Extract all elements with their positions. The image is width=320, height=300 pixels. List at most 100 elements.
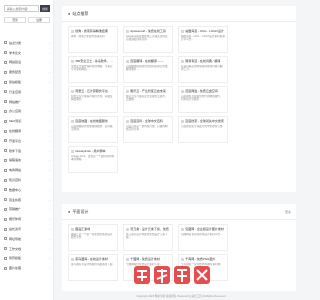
site-name[interactable]: 百度百科 - 全球中文百科	[130, 119, 163, 123]
site-card[interactable]: 360安全卫士 - 杀毒软件，官方站 免费安全软件保护您的电脑，带来安全可靠的网络…	[68, 56, 118, 83]
card-header: 腾讯云 - 产业智变云启未来	[126, 89, 170, 94]
site-card[interactable]: 觅元素 - 设计元素下载，免费 觅元素为设计师提供免费设计元素下载...	[123, 224, 173, 251]
promo-icon	[4, 100, 7, 104]
site-card[interactable]: 百度地图 - 在线地图服务 百度地图提供智能路线规划、实时路况查询...	[68, 116, 118, 143]
site-name[interactable]: 千图网 - 免费设计素材	[130, 257, 160, 261]
register-button[interactable]: 注册	[28, 17, 50, 23]
site-name[interactable]: 搜狗 - 搜索获得精准结果	[75, 29, 108, 33]
card-header: 包图网 - 企业级设计图片素材	[181, 227, 225, 232]
card-grid: 搜狗 - 搜索获得精准结果 搜狗 - 搜索引擎是中国领先的... Apowersof…	[62, 22, 296, 173]
sidebar-item-label: 服务配置	[9, 70, 22, 75]
sidebar-item[interactable]: 开发平台 ›	[0, 136, 54, 146]
site-name[interactable]: GreasyFork - 用户脚本	[75, 149, 105, 153]
sidebar-item[interactable]: 网站推广 ›	[0, 97, 54, 107]
card-header: 千图网 - 免费设计素材	[126, 257, 170, 262]
site-name[interactable]: 百度地图 - 在线地图服务	[75, 119, 108, 123]
site-description: 百度网盘为您提供文件的网络备份、同步和分享服务...	[181, 95, 223, 102]
sidebar-item-label: 行业应用	[9, 89, 22, 94]
sidebar-item[interactable]: 站长资讯 ›	[0, 224, 54, 234]
search-button[interactable]: 搜索	[40, 5, 50, 12]
site-card[interactable]: 搜狗 - 搜索获得精准结果 搜狗 - 搜索引擎是中国领先的...	[68, 26, 118, 53]
site-card[interactable]: 千库网 - 免费PNG图片千库网是一家免费PNG图片素材网站...	[178, 254, 228, 281]
sidebar-item[interactable]: 娱乐休闲 ›	[0, 214, 54, 224]
site-description: 千库网是一家免费PNG图片素材网站...	[181, 263, 221, 270]
site-name[interactable]: 网易有道 - 在线词典 / 翻译	[185, 59, 220, 63]
sidebar-item[interactable]: 图片处理 ›	[0, 263, 54, 273]
chevron-right-icon: ›	[49, 168, 51, 173]
site-favicon-icon	[126, 227, 129, 231]
sidebar-item[interactable]: 网址导航 ›	[0, 234, 54, 244]
doc-icon	[4, 51, 7, 55]
search-input[interactable]	[4, 5, 39, 12]
site-favicon-icon	[71, 119, 74, 123]
site-name[interactable]: 360安全卫士 - 杀毒软件，官方站	[75, 59, 115, 63]
wiki-icon	[4, 178, 7, 182]
sidebar-item[interactable]: 营销推广 ›	[0, 205, 54, 215]
site-card[interactable]: GreasyFork - 用户脚本 Greasy Fork，这里是一个提供用户脚本…	[68, 146, 118, 173]
sidebar-item[interactable]: 工作文档 ›	[0, 244, 54, 254]
chevron-right-icon: ›	[49, 197, 51, 202]
sidebar-item[interactable]: 行业应用 ›	[0, 87, 54, 97]
site-favicon-icon	[71, 29, 74, 33]
site-name[interactable]: 觅元素 - 设计元素下载，免费	[130, 227, 169, 231]
sidebar-item[interactable]: 在线翻译 ›	[0, 126, 54, 136]
chevron-right-icon: ›	[49, 207, 51, 212]
sidebar-item[interactable]: 软件下载 ›	[0, 146, 54, 156]
site-card[interactable]: Apowersoft - 免费在线工具 Apowersoft免费在线工具涵盖录屏及…	[123, 26, 173, 53]
sidebar-item[interactable]: 服务配置 ›	[0, 67, 54, 77]
sidebar-item[interactable]: SEO知识 ›	[0, 116, 54, 126]
site-name[interactable]: 阿里云 - 云计算服务平台	[75, 89, 108, 93]
site-card[interactable]: 菜鸟图库 - 在线设计素材 菜鸟图库为设计师提供海量素材下载...	[68, 254, 118, 281]
site-card[interactable]: 包图网 - 企业级设计图片素材 包图网是专业的商用设计素材平台...	[178, 224, 228, 251]
site-name[interactable]: 百度搜索 - 全球领先中文搜索	[185, 119, 224, 123]
site-favicon-icon	[181, 59, 184, 63]
sidebar-item[interactable]: 编程语言 ›	[0, 156, 54, 166]
site-card[interactable]: 百度百科 - 全球中文百科百度百科是一部内容开放、自由的网络百科全书...	[123, 116, 173, 143]
sidebar-item[interactable]: 网站建设 ›	[0, 58, 54, 68]
site-name[interactable]: 站酷海洛 - UCG - LOGO设计	[185, 29, 224, 33]
card-header: 网易有道 - 在线词典 / 翻译	[181, 59, 225, 64]
site-card[interactable]: 百度搜索 - 全球领先中文搜索 百度搜索是全球最大的中文搜索引擎...	[178, 116, 228, 143]
sidebar-item[interactable]: 电商网站 ›	[0, 165, 54, 175]
sidebar-item[interactable]: 营业执照 ›	[0, 195, 54, 205]
site-card[interactable]: 百度翻译 - 在线翻译 —— 百度翻译提供即时免费的多语言在线翻译服务...	[123, 56, 173, 83]
site-name[interactable]: 图品汇素材	[75, 227, 90, 231]
site-name[interactable]: Apowersoft - 免费在线工具	[130, 29, 166, 33]
chevron-right-icon: ›	[49, 89, 51, 94]
sidebar-item[interactable]: 学术论文 ›	[0, 48, 54, 58]
chevron-right-icon: ›	[49, 217, 51, 222]
sidebar-item[interactable]: 办公应用 ›	[0, 107, 54, 117]
site-card[interactable]: 图品汇素材 图品汇是一个第一家免费的素材设计服务平台...	[68, 224, 118, 251]
site-name[interactable]: 百度网盘 - 免费云盘空间	[185, 89, 218, 93]
login-button[interactable]: 登录	[4, 17, 26, 23]
market-icon	[4, 207, 7, 211]
site-card[interactable]: 百度网盘 - 免费云盘空间百度网盘为您提供文件的网络备份、同步和分享服务...	[178, 86, 228, 113]
site-card[interactable]: 网易有道 - 在线词典 / 翻译 有道词典是国内领先的在线词典与翻译工具...	[178, 56, 228, 83]
sidebar-item[interactable]: 建站模板 ›	[0, 77, 54, 87]
sidebar-item[interactable]: 站点分类 ›	[0, 38, 54, 48]
more-link[interactable]: 更多	[285, 210, 291, 214]
sidebar-item[interactable]: 简历模板 ›	[0, 254, 54, 264]
section-recommended: ● 站点推荐 搜狗 - 搜索获得精准结果 搜狗 - 搜索引擎是中国领先的... Ap…	[62, 6, 296, 192]
site-name[interactable]: 千库网 - 免费PNG图片	[185, 257, 215, 261]
dev-icon	[4, 139, 7, 143]
data-icon	[4, 188, 7, 192]
site-card[interactable]: 腾讯云 - 产业智变云启未来 腾讯云为开发者及企业提供云服务、云数据...	[123, 86, 173, 113]
sidebar-item-label: 网站建设	[9, 60, 22, 65]
site-description: 百度百科是一部内容开放、自由的网络百科全书...	[126, 125, 168, 132]
site-card[interactable]: 站酷海洛 - UCG - LOGO设计 站酷海洛 - UCG - LOGO设计素材…	[178, 26, 228, 53]
site-name[interactable]: 腾讯云 - 产业智变云启未来	[130, 89, 166, 93]
site-favicon-icon	[181, 257, 184, 261]
site-name[interactable]: 包图网 - 企业级设计图片素材	[185, 227, 224, 231]
sidebar-item[interactable]: 数据中心 ›	[0, 185, 54, 195]
office-icon	[4, 109, 7, 113]
sidebar-item-label: 简历模板	[9, 256, 22, 261]
sidebar-item-label: 电商网站	[9, 168, 22, 173]
site-card[interactable]: 千图网 - 免费设计素材 千图网提供免费设计素材下载...	[123, 254, 173, 281]
site-name[interactable]: 菜鸟图库 - 在线设计素材	[75, 257, 108, 261]
site-card[interactable]: 阿里云 - 云计算服务平台 阿里云为全球客户提供计算、存储及网络服务...	[68, 86, 118, 113]
site-description: 包图网是专业的商用设计素材平台...	[181, 233, 223, 236]
sidebar-nav: 站点分类 › 学术论文 › 网站建设 › 服务配置 › 建站模板 › 行业应用 › 网站推广 › 办公应用 ›…	[0, 38, 54, 273]
site-name[interactable]: 百度翻译 - 在线翻译 ——	[130, 59, 164, 63]
sidebar-item[interactable]: 知识百科 ›	[0, 175, 54, 185]
